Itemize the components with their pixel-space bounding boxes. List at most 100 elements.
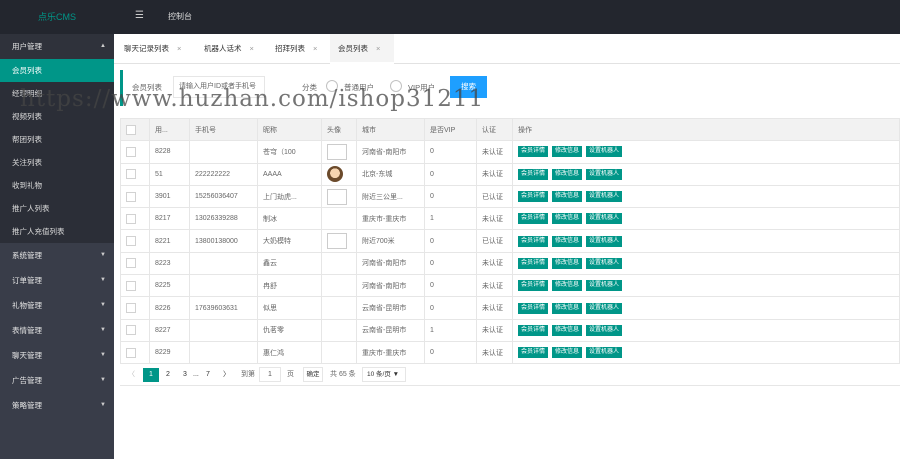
- checkbox[interactable]: [126, 191, 136, 202]
- cell-id: 51: [149, 162, 190, 186]
- member-detail-button[interactable]: 会员详情: [518, 302, 549, 314]
- set-robot-button[interactable]: 设置机器人: [586, 168, 623, 180]
- checkbox[interactable]: [126, 213, 136, 224]
- checkbox[interactable]: [126, 280, 136, 291]
- radio-vip-user[interactable]: [390, 80, 402, 92]
- edit-info-button[interactable]: 修改信息: [552, 191, 583, 203]
- page-7[interactable]: 7: [206, 368, 210, 382]
- cell-city: 河南省-南阳市: [356, 140, 425, 164]
- col-id[interactable]: 用...: [149, 117, 190, 142]
- member-detail-button[interactable]: 会员详情: [518, 191, 549, 203]
- edit-info-button[interactable]: 修改信息: [552, 324, 583, 336]
- checkbox[interactable]: [126, 146, 136, 157]
- sidebar-item[interactable]: 经理明细: [0, 82, 114, 105]
- caret-down-icon: ▼: [100, 402, 106, 408]
- sidebar-item[interactable]: 关注列表: [0, 151, 114, 174]
- edit-info-button[interactable]: 修改信息: [552, 168, 583, 180]
- sidebar-item[interactable]: 会员列表: [0, 59, 114, 82]
- member-detail-button[interactable]: 会员详情: [518, 280, 549, 292]
- sidebar-group[interactable]: 礼物管理 ▼: [0, 293, 114, 318]
- sidebar-group[interactable]: 系统管理 ▼: [0, 243, 114, 268]
- set-robot-button[interactable]: 设置机器人: [586, 302, 623, 314]
- set-robot-button[interactable]: 设置机器人: [586, 257, 623, 269]
- checkbox[interactable]: [126, 258, 136, 269]
- sidebar-group[interactable]: 用户管理 ▲: [0, 34, 114, 59]
- edit-info-button[interactable]: 修改信息: [552, 280, 583, 292]
- cell-auth: 未认证: [476, 340, 513, 365]
- radio-normal-user[interactable]: [326, 80, 338, 92]
- member-detail-button[interactable]: 会员详情: [518, 168, 549, 180]
- set-robot-button[interactable]: 设置机器人: [586, 324, 623, 336]
- member-detail-button[interactable]: 会员详情: [518, 146, 549, 158]
- cell-auth: 未认证: [476, 162, 513, 186]
- member-detail-button[interactable]: 会员详情: [518, 213, 549, 225]
- sidebar-group[interactable]: 广告管理 ▼: [0, 368, 114, 393]
- page-3[interactable]: 3: [183, 368, 187, 382]
- logo: 点乐CMS: [0, 0, 114, 34]
- sidebar-item[interactable]: 帮团列表: [0, 128, 114, 151]
- select-all[interactable]: [120, 117, 150, 142]
- row-select: [120, 207, 150, 231]
- goto-page-input[interactable]: 1: [259, 367, 281, 382]
- member-detail-button[interactable]: 会员详情: [518, 235, 549, 247]
- table-row: 8226 17639603631 似思 云南省-昆明市 0 未认证 会员详情 修改信息 设置机器…: [120, 296, 900, 320]
- cell-vip: 0: [424, 296, 477, 320]
- sidebar-item[interactable]: 推广人充值列表: [0, 220, 114, 243]
- search-input[interactable]: 请输入用户ID或者手机号: [173, 76, 265, 98]
- tab-member-list[interactable]: 会员列表 ×: [330, 34, 394, 64]
- checkbox[interactable]: [126, 124, 136, 135]
- close-icon[interactable]: ×: [376, 44, 380, 53]
- nav-console[interactable]: 控制台: [168, 0, 192, 34]
- checkbox[interactable]: [126, 303, 136, 314]
- close-icon[interactable]: ×: [177, 44, 181, 53]
- menu-toggle-icon[interactable]: ☰: [135, 10, 144, 21]
- edit-info-button[interactable]: 修改信息: [552, 302, 583, 314]
- next-page-icon[interactable]: 〉: [223, 368, 230, 382]
- checkbox[interactable]: [126, 347, 136, 358]
- cell-phone: 13026339288: [189, 207, 258, 231]
- page-1[interactable]: 1: [143, 368, 159, 382]
- prev-page-icon[interactable]: 〈: [128, 368, 135, 382]
- edit-info-button[interactable]: 修改信息: [552, 213, 583, 225]
- member-detail-button[interactable]: 会员详情: [518, 347, 549, 359]
- page-2[interactable]: 2: [166, 368, 170, 382]
- member-detail-button[interactable]: 会员详情: [518, 324, 549, 336]
- set-robot-button[interactable]: 设置机器人: [586, 146, 623, 158]
- checkbox[interactable]: [126, 236, 136, 247]
- table-row: 8221 13800138000 大奶模特 附近700米 0 已认证 会员详情 修改信息 设置机…: [120, 229, 900, 253]
- page-ellipsis: ...: [193, 371, 199, 378]
- cell-avatar: [321, 274, 357, 298]
- cell-id: 8217: [149, 207, 190, 231]
- edit-info-button[interactable]: 修改信息: [552, 146, 583, 158]
- sidebar-item[interactable]: 收到礼物: [0, 174, 114, 197]
- set-robot-button[interactable]: 设置机器人: [586, 213, 623, 225]
- checkbox[interactable]: [126, 169, 136, 180]
- per-page-select[interactable]: 10 条/页 ▼: [362, 367, 406, 382]
- checkbox[interactable]: [126, 325, 136, 336]
- cell-avatar: [321, 229, 357, 253]
- set-robot-button[interactable]: 设置机器人: [586, 347, 623, 359]
- set-robot-button[interactable]: 设置机器人: [586, 280, 623, 292]
- sidebar-item[interactable]: 视频列表: [0, 105, 114, 128]
- tab-robot-script[interactable]: 机器人话术 ×: [196, 34, 268, 64]
- sidebar-group[interactable]: 表情管理 ▼: [0, 318, 114, 343]
- set-robot-button[interactable]: 设置机器人: [586, 191, 623, 203]
- sidebar-group[interactable]: 订单管理 ▼: [0, 268, 114, 293]
- edit-info-button[interactable]: 修改信息: [552, 257, 583, 269]
- search-button[interactable]: 搜索: [450, 76, 487, 98]
- cell-city: 重庆市-重庆市: [356, 207, 425, 231]
- close-icon[interactable]: ×: [250, 44, 254, 53]
- tab-chat-records[interactable]: 聊天记录列表 ×: [116, 34, 206, 64]
- sidebar-group[interactable]: 聊天管理 ▼: [0, 343, 114, 368]
- sidebar-group[interactable]: 策略管理 ▼: [0, 393, 114, 418]
- close-icon[interactable]: ×: [313, 44, 317, 53]
- cell-city: 云南省-昆明市: [356, 296, 425, 320]
- set-robot-button[interactable]: 设置机器人: [586, 235, 623, 247]
- sidebar-item[interactable]: 推广人列表: [0, 197, 114, 220]
- edit-info-button[interactable]: 修改信息: [552, 235, 583, 247]
- cell-city: 云南省-昆明市: [356, 318, 425, 342]
- member-detail-button[interactable]: 会员详情: [518, 257, 549, 269]
- edit-info-button[interactable]: 修改信息: [552, 347, 583, 359]
- goto-confirm-button[interactable]: 确定: [303, 367, 323, 382]
- tab-zhaopai-list[interactable]: 招拜列表 ×: [267, 34, 333, 64]
